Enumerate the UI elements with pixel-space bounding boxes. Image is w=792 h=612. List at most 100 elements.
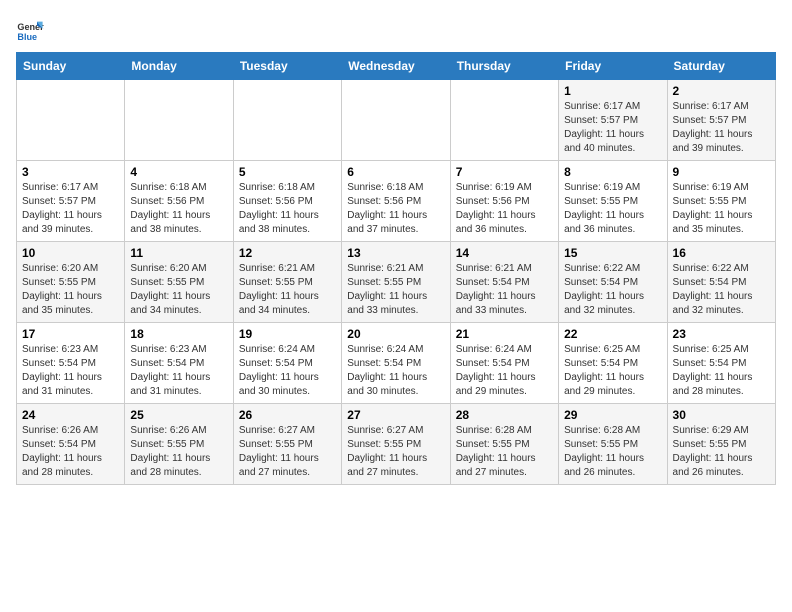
calendar-cell: 24 Sunrise: 6:26 AM Sunset: 5:54 PM Dayli… — [17, 404, 125, 485]
day-number: 13 — [347, 246, 444, 260]
calendar-cell: 14 Sunrise: 6:21 AM Sunset: 5:54 PM Dayli… — [450, 242, 558, 323]
calendar-cell — [233, 80, 341, 161]
day-info: Sunrise: 6:28 AM Sunset: 5:55 PM Dayligh… — [456, 424, 553, 480]
calendar-cell: 18 Sunrise: 6:23 AM Sunset: 5:54 PM Dayli… — [125, 323, 233, 404]
calendar-cell: 19 Sunrise: 6:24 AM Sunset: 5:54 PM Dayli… — [233, 323, 341, 404]
day-info: Sunrise: 6:25 AM Sunset: 5:54 PM Dayligh… — [673, 343, 770, 399]
calendar-cell: 7 Sunrise: 6:19 AM Sunset: 5:56 PM Daylig… — [450, 161, 558, 242]
calendar-cell: 2Sunrise: 6:17 AM Sunset: 5:57 PM Daylig… — [667, 80, 775, 161]
day-info: Sunrise: 6:18 AM Sunset: 5:56 PM Dayligh… — [130, 181, 227, 237]
logo-icon: General Blue — [16, 16, 44, 44]
calendar-week-row: 24 Sunrise: 6:26 AM Sunset: 5:54 PM Dayli… — [17, 404, 776, 485]
day-info: Sunrise: 6:17 AM Sunset: 5:57 PM Dayligh… — [22, 181, 119, 237]
day-number: 14 — [456, 246, 553, 260]
day-number: 23 — [673, 327, 770, 341]
day-info: Sunrise: 6:17 AM Sunset: 5:57 PM Dayligh… — [564, 100, 661, 156]
day-number: 10 — [22, 246, 119, 260]
day-number: 19 — [239, 327, 336, 341]
weekday-header: Friday — [559, 53, 667, 80]
calendar-cell: 29Sunrise: 6:28 AM Sunset: 5:55 PM Dayli… — [559, 404, 667, 485]
calendar-cell: 6 Sunrise: 6:18 AM Sunset: 5:56 PM Daylig… — [342, 161, 450, 242]
calendar-cell: 1 Sunrise: 6:17 AM Sunset: 5:57 PM Daylig… — [559, 80, 667, 161]
calendar-cell: 13 Sunrise: 6:21 AM Sunset: 5:55 PM Dayli… — [342, 242, 450, 323]
day-info: Sunrise: 6:23 AM Sunset: 5:54 PM Dayligh… — [22, 343, 119, 399]
calendar-cell: 20 Sunrise: 6:24 AM Sunset: 5:54 PM Dayli… — [342, 323, 450, 404]
calendar-cell: 28 Sunrise: 6:28 AM Sunset: 5:55 PM Dayli… — [450, 404, 558, 485]
day-number: 22 — [564, 327, 661, 341]
calendar-cell — [17, 80, 125, 161]
calendar-week-row: 3 Sunrise: 6:17 AM Sunset: 5:57 PM Daylig… — [17, 161, 776, 242]
day-number: 18 — [130, 327, 227, 341]
calendar-cell: 26 Sunrise: 6:27 AM Sunset: 5:55 PM Dayli… — [233, 404, 341, 485]
day-info: Sunrise: 6:26 AM Sunset: 5:55 PM Dayligh… — [130, 424, 227, 480]
day-number: 17 — [22, 327, 119, 341]
day-number: 30 — [673, 408, 770, 422]
day-number: 9 — [673, 165, 770, 179]
day-info: Sunrise: 6:24 AM Sunset: 5:54 PM Dayligh… — [347, 343, 444, 399]
day-number: 5 — [239, 165, 336, 179]
day-info: Sunrise: 6:24 AM Sunset: 5:54 PM Dayligh… — [239, 343, 336, 399]
calendar-week-row: 17 Sunrise: 6:23 AM Sunset: 5:54 PM Dayli… — [17, 323, 776, 404]
calendar-cell: 23 Sunrise: 6:25 AM Sunset: 5:54 PM Dayli… — [667, 323, 775, 404]
calendar-cell — [342, 80, 450, 161]
weekday-header: Wednesday — [342, 53, 450, 80]
day-number: 3 — [22, 165, 119, 179]
calendar-cell: 3 Sunrise: 6:17 AM Sunset: 5:57 PM Daylig… — [17, 161, 125, 242]
calendar-cell: 12 Sunrise: 6:21 AM Sunset: 5:55 PM Dayli… — [233, 242, 341, 323]
day-number: 1 — [564, 84, 661, 98]
day-number: 4 — [130, 165, 227, 179]
day-number: 12 — [239, 246, 336, 260]
calendar-cell: 30 Sunrise: 6:29 AM Sunset: 5:55 PM Dayli… — [667, 404, 775, 485]
calendar-week-row: 1 Sunrise: 6:17 AM Sunset: 5:57 PM Daylig… — [17, 80, 776, 161]
calendar-cell: 10 Sunrise: 6:20 AM Sunset: 5:55 PM Dayli… — [17, 242, 125, 323]
day-number: 7 — [456, 165, 553, 179]
day-number: 21 — [456, 327, 553, 341]
day-info: Sunrise: 6:20 AM Sunset: 5:55 PM Dayligh… — [22, 262, 119, 318]
day-info: Sunrise: 6:21 AM Sunset: 5:55 PM Dayligh… — [347, 262, 444, 318]
day-number: 6 — [347, 165, 444, 179]
day-info: Sunrise: 6:28 AM Sunset: 5:55 PM Dayligh… — [564, 424, 661, 480]
day-info: Sunrise: 6:22 AM Sunset: 5:54 PM Dayligh… — [564, 262, 661, 318]
day-info: Sunrise: 6:26 AM Sunset: 5:54 PM Dayligh… — [22, 424, 119, 480]
header: General Blue — [16, 16, 776, 44]
day-info: Sunrise: 6:18 AM Sunset: 5:56 PM Dayligh… — [347, 181, 444, 237]
day-number: 2 — [673, 84, 770, 98]
day-info: Sunrise: 6:18 AM Sunset: 5:56 PM Dayligh… — [239, 181, 336, 237]
calendar-cell: 9 Sunrise: 6:19 AM Sunset: 5:55 PM Daylig… — [667, 161, 775, 242]
day-info: Sunrise: 6:19 AM Sunset: 5:55 PM Dayligh… — [673, 181, 770, 237]
calendar-cell: 27Sunrise: 6:27 AM Sunset: 5:55 PM Dayli… — [342, 404, 450, 485]
day-info: Sunrise: 6:21 AM Sunset: 5:54 PM Dayligh… — [456, 262, 553, 318]
day-number: 24 — [22, 408, 119, 422]
day-number: 16 — [673, 246, 770, 260]
day-number: 11 — [130, 246, 227, 260]
day-number: 8 — [564, 165, 661, 179]
calendar-cell: 22Sunrise: 6:25 AM Sunset: 5:54 PM Dayli… — [559, 323, 667, 404]
calendar-cell: 21Sunrise: 6:24 AM Sunset: 5:54 PM Dayli… — [450, 323, 558, 404]
calendar: SundayMondayTuesdayWednesdayThursdayFrid… — [16, 52, 776, 485]
calendar-cell: 16 Sunrise: 6:22 AM Sunset: 5:54 PM Dayli… — [667, 242, 775, 323]
weekday-header: Saturday — [667, 53, 775, 80]
day-number: 27 — [347, 408, 444, 422]
day-info: Sunrise: 6:29 AM Sunset: 5:55 PM Dayligh… — [673, 424, 770, 480]
day-number: 25 — [130, 408, 227, 422]
day-info: Sunrise: 6:23 AM Sunset: 5:54 PM Dayligh… — [130, 343, 227, 399]
day-info: Sunrise: 6:21 AM Sunset: 5:55 PM Dayligh… — [239, 262, 336, 318]
weekday-header: Sunday — [17, 53, 125, 80]
calendar-header-row: SundayMondayTuesdayWednesdayThursdayFrid… — [17, 53, 776, 80]
calendar-cell — [450, 80, 558, 161]
day-number: 15 — [564, 246, 661, 260]
calendar-week-row: 10 Sunrise: 6:20 AM Sunset: 5:55 PM Dayli… — [17, 242, 776, 323]
day-number: 20 — [347, 327, 444, 341]
day-info: Sunrise: 6:20 AM Sunset: 5:55 PM Dayligh… — [130, 262, 227, 318]
day-info: Sunrise: 6:19 AM Sunset: 5:55 PM Dayligh… — [564, 181, 661, 237]
day-number: 26 — [239, 408, 336, 422]
day-number: 28 — [456, 408, 553, 422]
calendar-cell: 15 Sunrise: 6:22 AM Sunset: 5:54 PM Dayli… — [559, 242, 667, 323]
day-info: Sunrise: 6:27 AM Sunset: 5:55 PM Dayligh… — [239, 424, 336, 480]
day-info: Sunrise: 6:19 AM Sunset: 5:56 PM Dayligh… — [456, 181, 553, 237]
svg-text:Blue: Blue — [17, 32, 37, 42]
calendar-cell — [125, 80, 233, 161]
logo: General Blue — [16, 16, 48, 44]
day-info: Sunrise: 6:22 AM Sunset: 5:54 PM Dayligh… — [673, 262, 770, 318]
calendar-cell: 17 Sunrise: 6:23 AM Sunset: 5:54 PM Dayli… — [17, 323, 125, 404]
